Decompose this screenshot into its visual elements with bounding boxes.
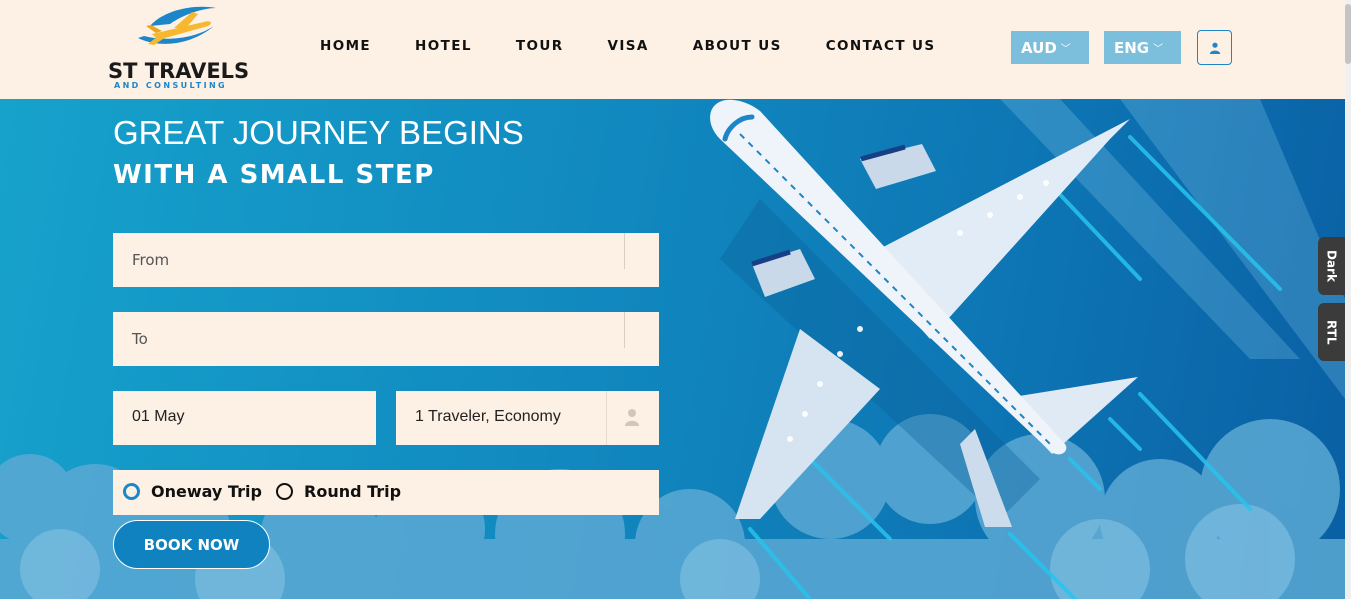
travelers-value: 1 Traveler, Economy <box>415 408 561 425</box>
radio-unchecked-icon <box>276 483 293 500</box>
field-divider <box>624 312 625 348</box>
brand-logo[interactable]: ST TRAVELS AND CONSULTING <box>108 4 258 92</box>
nav-about-us[interactable]: ABOUT US <box>693 38 782 54</box>
field-divider <box>606 391 607 445</box>
field-divider <box>624 233 625 269</box>
brand-tagline: AND CONSULTING <box>114 81 228 90</box>
side-tab-label: Dark <box>1324 250 1339 282</box>
side-tab-label: RTL <box>1324 319 1339 345</box>
to-field[interactable]: To <box>113 312 659 366</box>
nav-contact-us[interactable]: CONTACT US <box>826 38 936 54</box>
hero-section: GREAT JOURNEY BEGINS WITH A SMALL STEP F… <box>0 99 1345 599</box>
dark-mode-toggle[interactable]: Dark <box>1318 237 1345 295</box>
language-value: ENG <box>1114 38 1150 57</box>
radio-label: Round Trip <box>304 482 402 501</box>
from-field[interactable]: From <box>113 233 659 287</box>
nav-tour[interactable]: TOUR <box>516 38 564 54</box>
airplane-logo-icon <box>138 6 216 45</box>
travelers-field[interactable]: 1 Traveler, Economy <box>396 391 659 445</box>
radio-oneway-trip[interactable]: Oneway Trip <box>123 482 262 501</box>
hero-title: GREAT JOURNEY BEGINS <box>113 114 524 151</box>
light-rays-decoration <box>1000 99 1345 399</box>
currency-dropdown[interactable]: AUD ﹀ <box>1011 31 1089 64</box>
chevron-down-icon: ﹀ <box>1153 44 1164 55</box>
person-icon <box>625 409 639 426</box>
rtl-toggle[interactable]: RTL <box>1318 303 1345 361</box>
to-placeholder: To <box>132 330 148 348</box>
nav-home[interactable]: HOME <box>320 38 371 54</box>
user-icon <box>1209 42 1220 54</box>
main-nav: HOME HOTEL TOUR VISA ABOUT US CONTACT US <box>298 38 958 54</box>
user-account-button[interactable] <box>1197 30 1232 65</box>
nav-visa[interactable]: VISA <box>608 38 649 54</box>
date-field[interactable]: 01 May <box>113 391 376 445</box>
language-dropdown[interactable]: ENG ﹀ <box>1104 31 1181 64</box>
radio-checked-icon <box>123 483 140 500</box>
date-value: 01 May <box>132 408 185 425</box>
radio-round-trip[interactable]: Round Trip <box>276 482 401 501</box>
chevron-down-icon: ﹀ <box>1060 44 1071 55</box>
brand-name: ST TRAVELS <box>108 59 250 83</box>
hero-subtitle: WITH A SMALL STEP <box>113 160 435 190</box>
from-placeholder: From <box>132 251 170 269</box>
radio-label: Oneway Trip <box>151 482 262 501</box>
currency-value: AUD <box>1021 38 1057 57</box>
nav-hotel[interactable]: HOTEL <box>415 38 472 54</box>
trip-type-selector: Oneway Trip Round Trip <box>113 470 659 515</box>
scrollbar-thumb[interactable] <box>1345 4 1351 64</box>
site-header: ST TRAVELS AND CONSULTING HOME HOTEL TOU… <box>0 0 1345 99</box>
page-scrollbar[interactable] <box>1345 0 1351 599</box>
book-now-button[interactable]: BOOK NOW <box>113 520 270 569</box>
